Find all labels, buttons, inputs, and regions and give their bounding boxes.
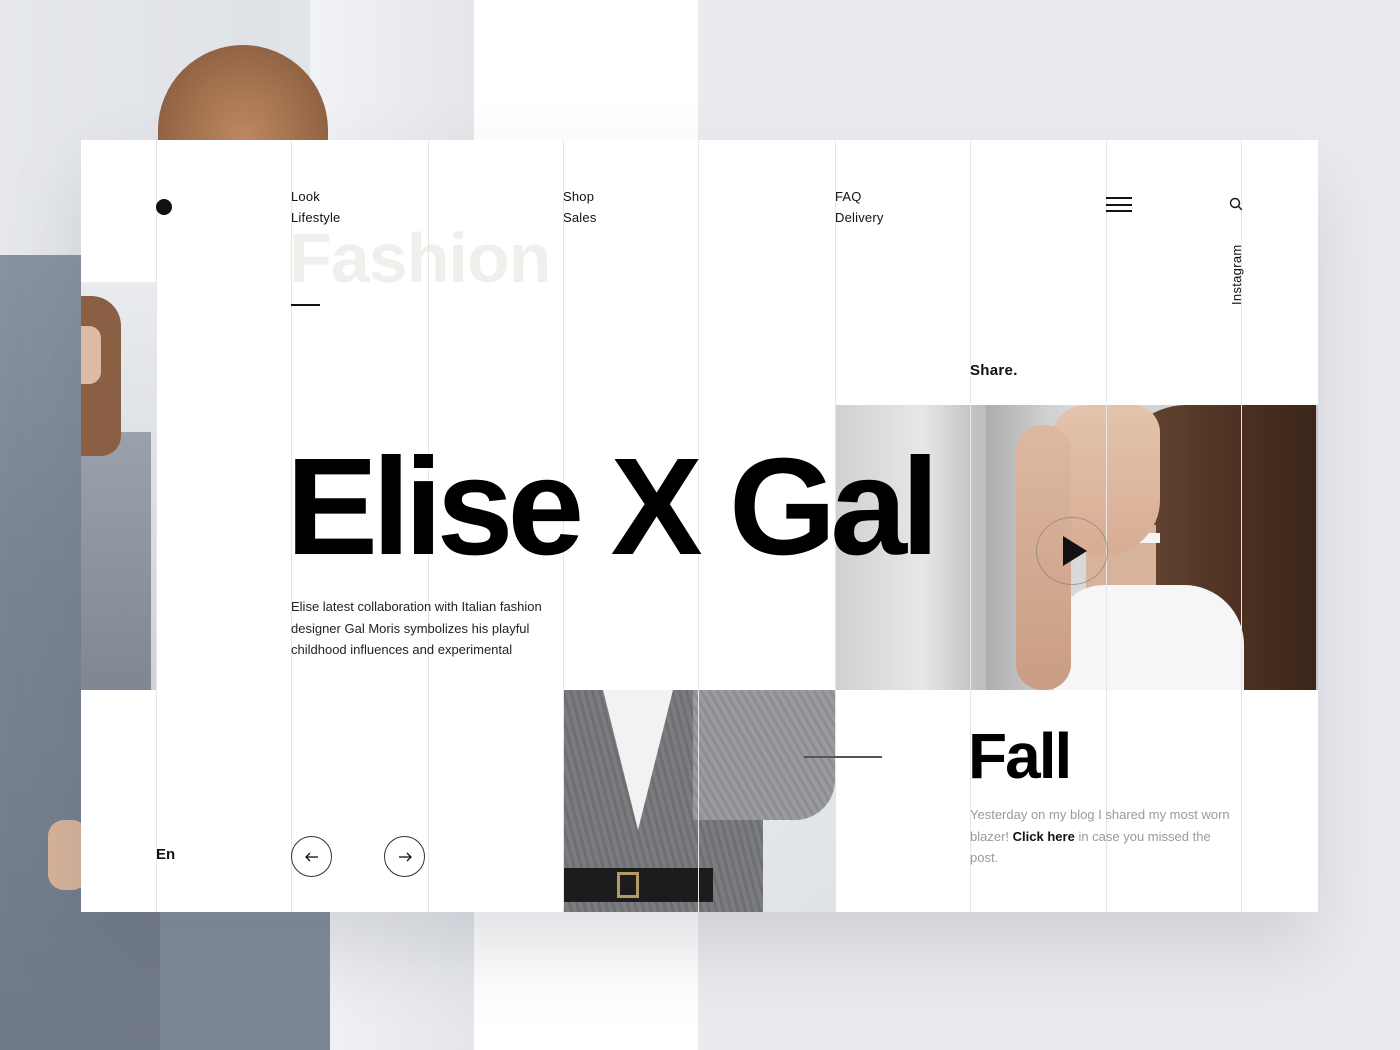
face-shape <box>81 326 101 384</box>
nav-link-sales[interactable]: Sales <box>563 207 597 228</box>
model-coat-photo <box>81 282 157 690</box>
grid-line <box>1106 140 1107 912</box>
prev-slide-button[interactable] <box>291 836 332 877</box>
hero-intro: Elise latest collaboration with Italian … <box>291 599 542 657</box>
click-here-link[interactable]: Click here <box>1013 829 1075 844</box>
nav-link-faq[interactable]: FAQ <box>835 186 884 207</box>
menu-bar <box>1106 210 1132 212</box>
grid-line <box>156 140 157 912</box>
title-dash <box>291 304 320 306</box>
arrow-right-icon <box>398 852 412 861</box>
coat-shape <box>81 432 151 690</box>
nav-group-shop: Shop Sales <box>563 186 597 228</box>
arrow-left-icon <box>304 852 318 861</box>
share-link[interactable]: Share. <box>970 362 1018 379</box>
hamburger-menu-icon[interactable] <box>1106 197 1132 212</box>
belt-buckle <box>617 872 639 898</box>
nav-link-delivery[interactable]: Delivery <box>835 207 884 228</box>
blazer-detail-photo <box>563 690 835 912</box>
fall-connector-line <box>804 756 882 758</box>
sleeve-shape <box>693 690 835 820</box>
play-video-button[interactable] <box>1036 517 1108 585</box>
landing-card: Look Lifestyle Shop Sales FAQ Delivery I… <box>81 140 1318 912</box>
white-top-shape <box>1054 585 1244 690</box>
fall-title: Fall <box>968 720 1072 792</box>
nav-link-look[interactable]: Look <box>291 186 341 207</box>
grid-line <box>970 140 971 912</box>
nav-link-lifestyle[interactable]: Lifestyle <box>291 207 341 228</box>
next-slide-button[interactable] <box>384 836 425 877</box>
nav-group-faq: FAQ Delivery <box>835 186 884 228</box>
nav-group-look: Look Lifestyle <box>291 186 341 228</box>
instagram-link[interactable]: Instagram <box>1229 244 1244 305</box>
menu-bar <box>1106 203 1132 206</box>
nav-link-shop[interactable]: Shop <box>563 186 597 207</box>
language-switcher[interactable]: En <box>156 846 175 863</box>
fashion-watermark: Fashion <box>289 219 551 297</box>
hero-title: Elise X Gal <box>286 430 939 584</box>
search-icon[interactable] <box>1228 196 1244 212</box>
dot-logo-icon[interactable] <box>156 199 172 215</box>
menu-bar <box>1106 197 1132 199</box>
fall-description: Yesterday on my blog I shared my most wo… <box>970 804 1240 869</box>
